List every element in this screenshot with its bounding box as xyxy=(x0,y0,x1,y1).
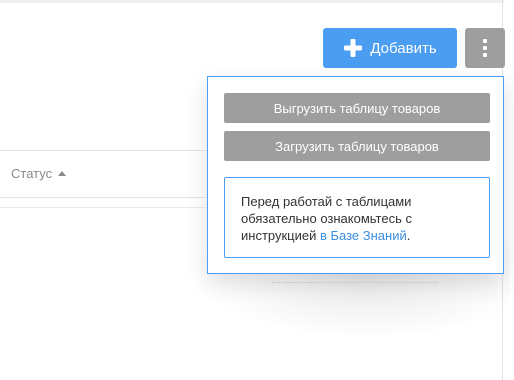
import-table-button[interactable]: Загрузить таблицу товаров xyxy=(224,131,490,161)
export-table-button[interactable]: Выгрузить таблицу товаров xyxy=(224,93,490,123)
vertical-dots-icon xyxy=(483,39,487,43)
options-dropdown: Выгрузить таблицу товаров Загрузить табл… xyxy=(207,76,504,274)
dot xyxy=(483,46,487,50)
sort-up-icon xyxy=(58,170,67,176)
add-button-label: Добавить xyxy=(370,39,437,57)
notice-end: . xyxy=(406,228,411,243)
column-status[interactable]: Статус xyxy=(11,166,67,181)
table-header: Статус xyxy=(0,150,206,198)
knowledge-base-link[interactable]: в Базе Знаний xyxy=(320,228,407,243)
column-status-label: Статус xyxy=(11,166,53,181)
dot xyxy=(483,53,487,57)
table-divider xyxy=(0,207,206,208)
more-options-button[interactable] xyxy=(465,28,505,68)
instruction-notice: Перед работай с таблицами обязательно оз… xyxy=(224,177,490,258)
dotted-divider xyxy=(272,282,438,283)
top-border xyxy=(0,0,504,3)
add-button[interactable]: Добавить xyxy=(323,28,457,68)
plus-icon xyxy=(344,39,363,57)
